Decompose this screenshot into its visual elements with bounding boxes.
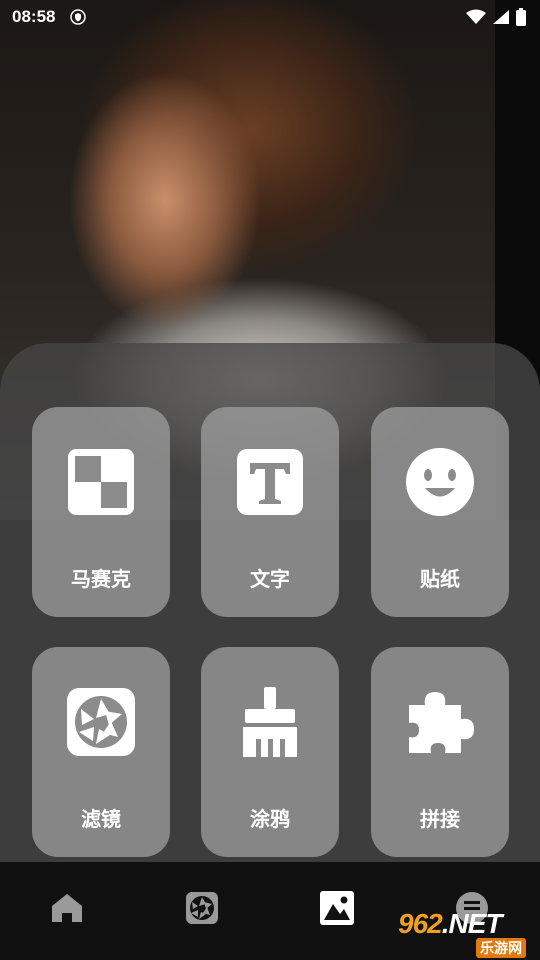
nav-home[interactable] [47, 888, 87, 928]
text-icon [237, 449, 303, 515]
brush-icon [243, 687, 297, 757]
aperture-filter-icon [67, 688, 135, 756]
shield-icon [70, 9, 86, 25]
aperture-icon [186, 892, 218, 924]
tool-collage-label: 拼接 [420, 807, 460, 831]
tool-filter[interactable]: 滤镜 [32, 647, 170, 857]
tool-mosaic-label: 马赛克 [71, 567, 131, 591]
tool-doodle-label: 涂鸦 [250, 807, 290, 831]
tool-collage[interactable]: 拼接 [371, 647, 509, 857]
tool-doodle[interactable]: 涂鸦 [201, 647, 339, 857]
nav-gallery[interactable] [317, 888, 357, 928]
image-icon [320, 891, 354, 925]
tool-text-label: 文字 [250, 567, 290, 591]
watermark-bottom: 乐游网 [476, 938, 526, 958]
home-icon [52, 894, 82, 922]
status-time: 08:58 [12, 7, 56, 26]
battery-icon [516, 8, 526, 26]
sticker-smile-icon [406, 448, 474, 516]
watermark-top: 962.NET [398, 908, 502, 939]
tool-sticker[interactable]: 贴纸 [371, 407, 509, 617]
status-icons [466, 8, 526, 26]
tool-text[interactable]: 文字 [201, 407, 339, 617]
signal-icon [493, 10, 509, 24]
wifi-icon [466, 9, 486, 24]
watermark-logo: 962.NET 乐游网 [398, 908, 536, 958]
tool-mosaic[interactable]: 马赛克 [32, 407, 170, 617]
nav-filter[interactable] [182, 888, 222, 928]
status-bar: 08:58 [0, 0, 540, 34]
puzzle-icon [409, 692, 474, 753]
tool-sticker-label: 贴纸 [420, 567, 460, 591]
mosaic-icon [68, 449, 134, 515]
tool-filter-label: 滤镜 [81, 807, 121, 831]
